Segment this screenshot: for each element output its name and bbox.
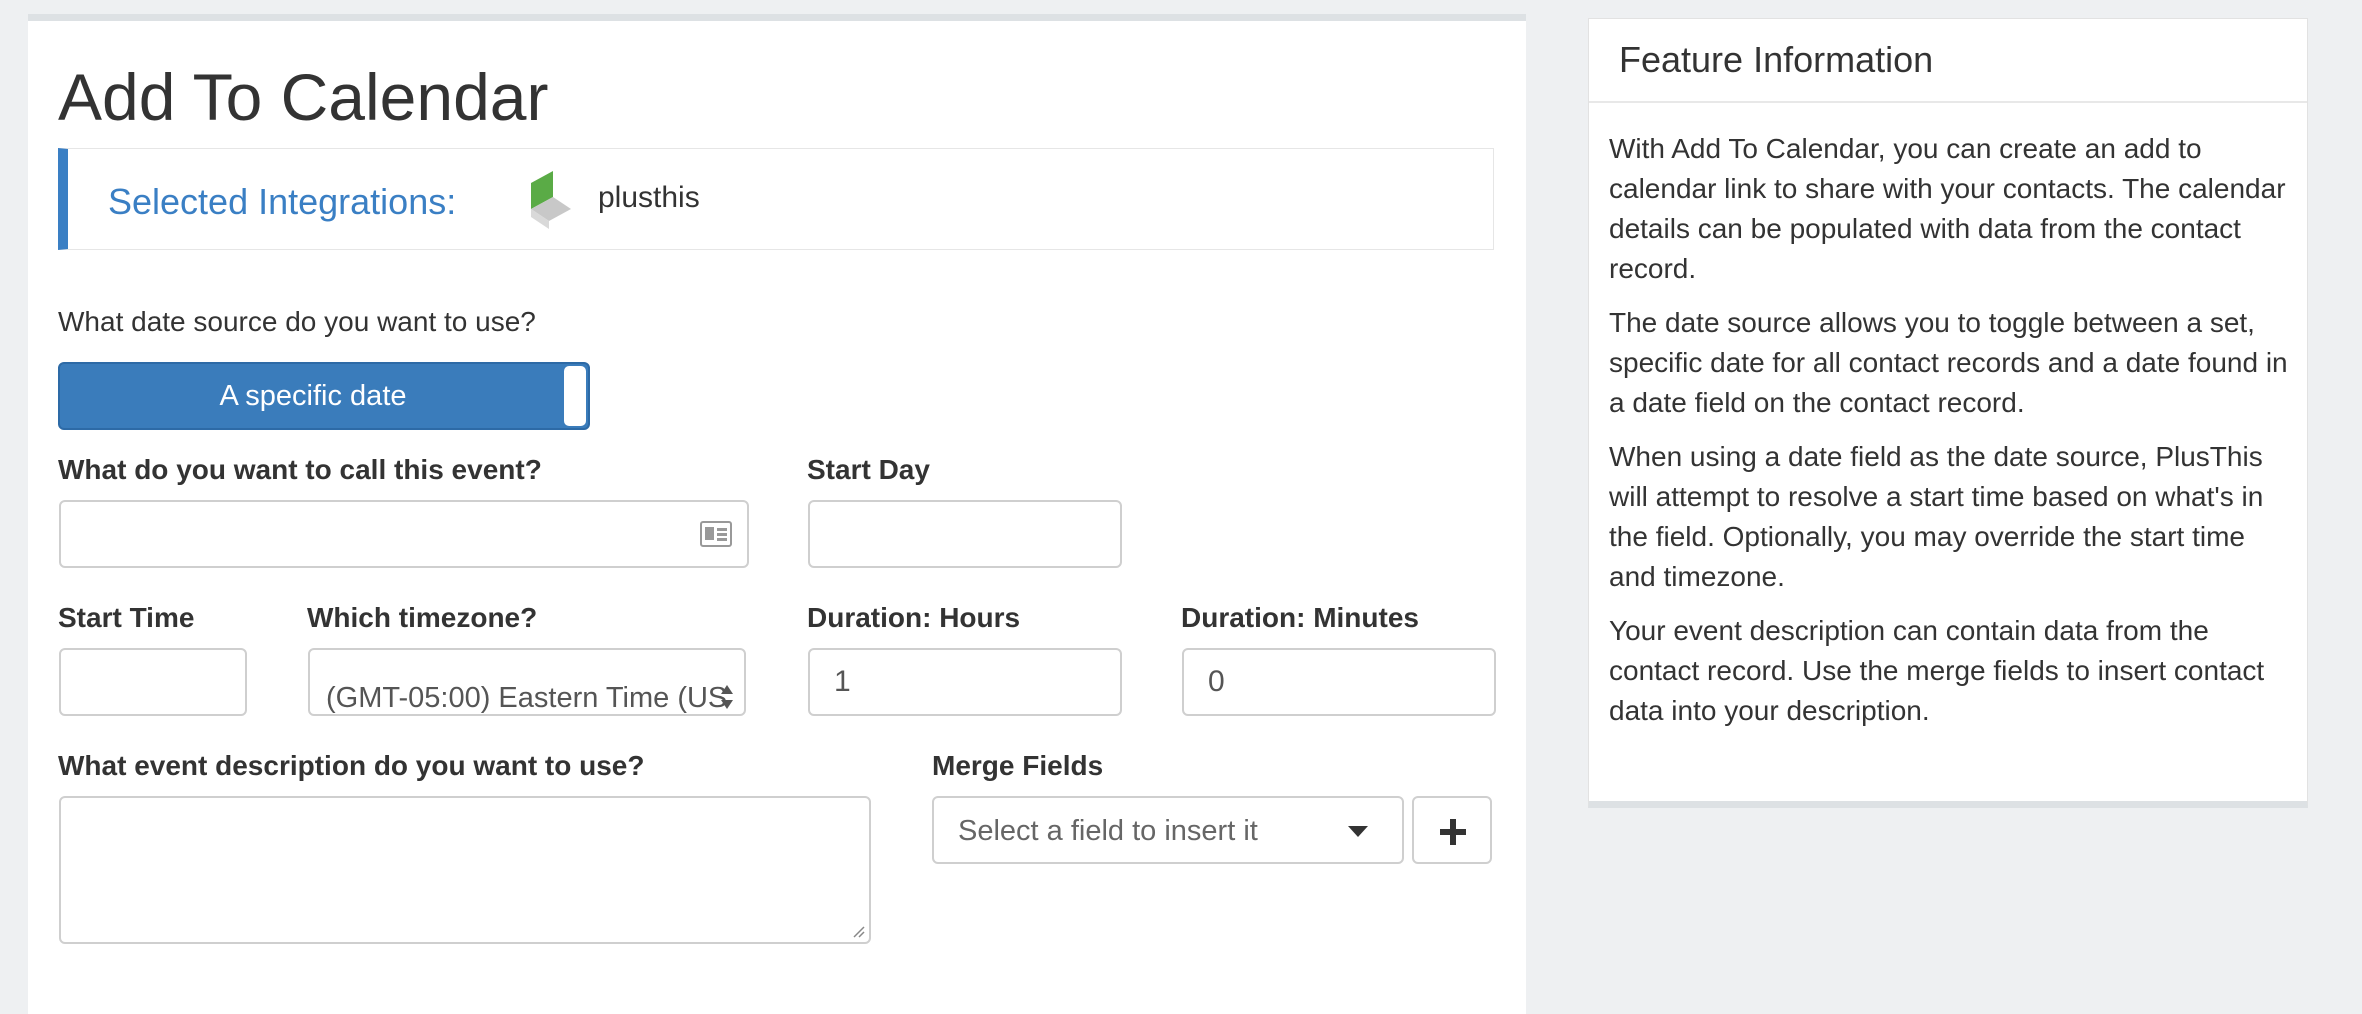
start-day-label: Start Day bbox=[807, 454, 930, 485]
merge-field-placeholder: Select a field to insert it bbox=[958, 815, 1258, 847]
plusthis-logo-icon bbox=[531, 171, 571, 229]
feature-paragraph: The date source allows you to toggle bet… bbox=[1609, 307, 2288, 418]
timezone-selected: (GMT-05:00) Eastern Time (US bbox=[326, 682, 728, 714]
description-textarea[interactable] bbox=[59, 796, 871, 944]
duration-minutes-label: Duration: Minutes bbox=[1181, 602, 1419, 633]
integrations-label: Selected Integrations: bbox=[108, 181, 457, 222]
feature-information-title: Feature Information bbox=[1619, 39, 1934, 80]
integration-name: plusthis bbox=[598, 181, 700, 214]
duration-minutes-input[interactable]: 0 bbox=[1182, 648, 1496, 716]
feature-paragraph: With Add To Calendar, you can create an … bbox=[1609, 133, 2286, 284]
feature-paragraph: When using a date field as the date sour… bbox=[1609, 441, 2264, 592]
page-title: Add To Calendar bbox=[58, 60, 549, 134]
timezone-select[interactable]: (GMT-05:00) Eastern Time (US bbox=[308, 648, 746, 716]
date-source-toggle[interactable]: A specific date bbox=[58, 362, 590, 430]
feature-information-body: With Add To Calendar, you can create an … bbox=[1609, 129, 2289, 745]
feature-paragraph: Your event description can contain data … bbox=[1609, 615, 2265, 726]
divider bbox=[1589, 101, 2307, 103]
event-name-label: What do you want to call this event? bbox=[58, 454, 542, 485]
insert-merge-field-button[interactable] bbox=[1412, 796, 1492, 864]
toggle-knob bbox=[564, 366, 586, 426]
description-label: What event description do you want to us… bbox=[58, 750, 645, 781]
selected-integrations-panel: Selected Integrations: plusthis bbox=[58, 148, 1494, 250]
duration-hours-input[interactable]: 1 bbox=[808, 648, 1122, 716]
resize-grip-icon[interactable] bbox=[851, 924, 865, 938]
feature-information-panel: Feature Information With Add To Calendar… bbox=[1588, 18, 2308, 808]
start-time-label: Start Time bbox=[58, 602, 195, 633]
event-name-input[interactable] bbox=[59, 500, 749, 568]
timezone-label: Which timezone? bbox=[307, 602, 538, 633]
merge-fields-label: Merge Fields bbox=[932, 750, 1104, 781]
merge-field-select[interactable]: Select a field to insert it bbox=[932, 796, 1404, 864]
date-source-question: What date source do you want to use? bbox=[58, 306, 536, 337]
start-time-input[interactable] bbox=[59, 648, 247, 716]
duration-hours-label: Duration: Hours bbox=[807, 602, 1021, 633]
start-day-input[interactable] bbox=[808, 500, 1122, 568]
date-source-toggle-label: A specific date bbox=[219, 380, 407, 412]
chevron-down-icon bbox=[1348, 826, 1368, 837]
select-arrows-icon bbox=[720, 670, 734, 709]
contact-card-icon[interactable] bbox=[700, 521, 732, 547]
